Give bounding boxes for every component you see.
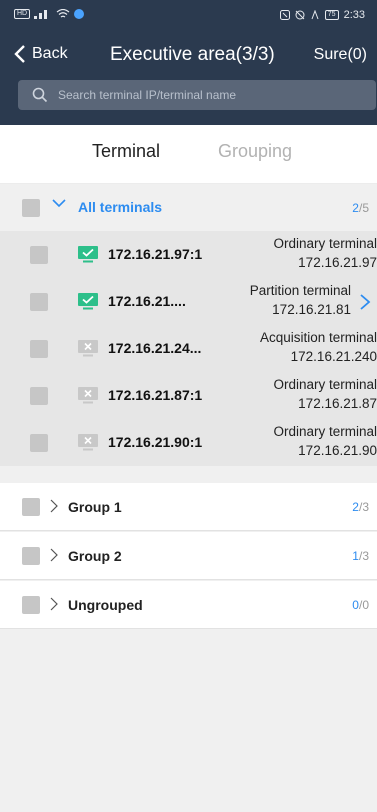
terminal-checkbox[interactable] [30, 387, 48, 405]
terminal-ip: 172.16.21.90:1 [108, 434, 203, 450]
selected-count: 0 [352, 598, 359, 612]
terminal-ip: 172.16.21.87:1 [108, 387, 203, 403]
tab-terminal[interactable]: Terminal [92, 141, 160, 162]
group-label: Group 1 [68, 499, 122, 515]
all-terminals-row[interactable]: All terminals 2/5 [0, 183, 377, 231]
terminal-ip: 172.16.21.... [108, 293, 186, 309]
terminal-address: 172.16.21.87 [298, 396, 377, 411]
monitor-offline-icon [78, 387, 98, 404]
chevron-right-icon [50, 597, 58, 611]
total-count: 3 [362, 500, 369, 514]
terminal-checkbox[interactable] [30, 434, 48, 452]
group-checkbox[interactable] [22, 547, 40, 565]
search-icon [32, 87, 48, 103]
group-checkbox[interactable] [22, 596, 40, 614]
monitor-offline-icon [78, 340, 98, 357]
total-count: 3 [362, 549, 369, 563]
sim-icon: HD [14, 9, 31, 19]
group-checkbox[interactable] [22, 498, 40, 516]
nav-bar: Back Executive area(3/3) Sure(0) [0, 38, 377, 78]
chevron-down-icon [52, 199, 66, 208]
terminal-rows: 172.16.21.97:1 Ordinary terminal 172.16.… [0, 231, 377, 466]
terminal-checkbox[interactable] [30, 246, 48, 264]
app-notification-icon [74, 9, 85, 19]
mute-icon [295, 10, 305, 20]
terminal-address: 172.16.21.81 [272, 302, 351, 317]
chevron-right-icon[interactable] [359, 293, 371, 311]
chevron-right-icon [50, 548, 58, 562]
terminal-row[interactable]: 172.16.21.87:1 Ordinary terminal 172.16.… [0, 372, 377, 419]
all-terminals-label: All terminals [78, 199, 163, 215]
status-bar: HD 75 2:33 [0, 0, 377, 32]
monitor-online-icon [78, 293, 98, 310]
terminal-ip: 172.16.21.97:1 [108, 246, 203, 262]
app-header: HD 75 2:33 Back Executive area(3/3) Sure… [0, 0, 377, 125]
terminal-row[interactable]: 172.16.21.97:1 Ordinary terminal 172.16.… [0, 231, 377, 278]
group-row-ungrouped[interactable]: Ungrouped 0/0 [0, 581, 377, 629]
terminal-row[interactable]: 172.16.21.90:1 Ordinary terminal 172.16.… [0, 419, 377, 466]
group-row-group-1[interactable]: Group 1 2/3 [0, 483, 377, 531]
group-row-group-2[interactable]: Group 2 1/3 [0, 532, 377, 580]
clock: 2:33 [343, 9, 365, 21]
total-count: 5 [362, 201, 369, 215]
monitor-online-icon [78, 246, 98, 263]
wifi-icon [56, 9, 70, 18]
terminal-row[interactable]: 172.16.21.24... Acquisition terminal 172… [0, 325, 377, 372]
terminal-checkbox[interactable] [30, 293, 48, 311]
total-count: 0 [362, 598, 369, 612]
selected-count: 1 [352, 549, 359, 563]
terminal-address: 172.16.21.240 [290, 349, 377, 364]
group-count: 2/3 [352, 500, 369, 514]
chevron-left-icon [14, 45, 25, 63]
battery-icon: 75 [324, 10, 339, 20]
terminal-type: Ordinary terminal [273, 377, 377, 392]
all-terminals-checkbox[interactable] [22, 199, 40, 217]
sure-button[interactable]: Sure(0) [314, 46, 367, 64]
back-label: Back [32, 45, 68, 62]
status-icons-right: 75 2:33 [279, 9, 365, 21]
tab-bar: Terminal Grouping [0, 125, 377, 183]
terminal-ip: 172.16.21.24... [108, 340, 202, 356]
terminal-row[interactable]: 172.16.21.... Partition terminal 172.16.… [0, 278, 377, 325]
terminal-type: Ordinary terminal [273, 424, 377, 439]
nfc-icon [279, 10, 290, 20]
terminal-type: Ordinary terminal [273, 236, 377, 251]
terminal-type: Acquisition terminal [259, 330, 377, 345]
search-input[interactable] [58, 88, 358, 102]
back-button[interactable]: Back [14, 44, 68, 64]
group-count: 1/3 [352, 549, 369, 563]
group-count: 0/0 [352, 598, 369, 612]
terminal-type: Partition terminal [249, 283, 351, 298]
terminal-checkbox[interactable] [30, 340, 48, 358]
signal-icon [34, 10, 48, 19]
terminal-address: 172.16.21.90 [298, 443, 377, 458]
monitor-offline-icon [78, 434, 98, 451]
search-bar[interactable] [18, 80, 376, 110]
chevron-right-icon [50, 499, 58, 513]
all-terminals-count: 2/5 [352, 201, 369, 215]
status-icons-left: HD [14, 9, 85, 19]
terminal-address: 172.16.21.97 [298, 255, 377, 270]
group-label: Ungrouped [68, 597, 143, 613]
selected-count: 2 [352, 201, 359, 215]
page-title: Executive area(3/3) [110, 44, 275, 65]
group-label: Group 2 [68, 548, 122, 564]
vibrate-icon [311, 10, 319, 20]
tab-grouping[interactable]: Grouping [218, 141, 292, 162]
selected-count: 2 [352, 500, 359, 514]
